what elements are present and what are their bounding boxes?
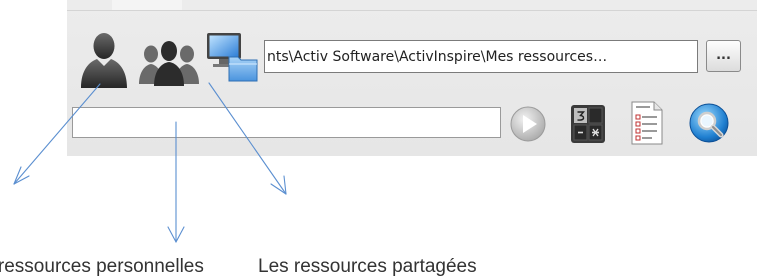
search-input[interactable] — [72, 107, 501, 138]
resource-path-field[interactable] — [264, 40, 698, 73]
magnifier-icon[interactable] — [688, 102, 732, 146]
panel-tab — [112, 0, 182, 10]
caption-shared-resources: Les ressources partagées — [258, 256, 477, 277]
browse-button[interactable]: ... — [706, 40, 741, 72]
caption-personal-resources: Les ressources personnelles — [0, 256, 204, 277]
checklist-document-icon[interactable] — [630, 100, 664, 146]
annotated-screenshot: ... — [0, 0, 757, 279]
user-group-icon[interactable] — [137, 34, 201, 88]
play-icon[interactable] — [508, 104, 548, 144]
single-user-icon[interactable] — [75, 30, 133, 90]
calculator-icon[interactable] — [570, 104, 606, 144]
panel-divider — [67, 10, 757, 11]
monitor-folder-icon[interactable] — [205, 31, 263, 85]
